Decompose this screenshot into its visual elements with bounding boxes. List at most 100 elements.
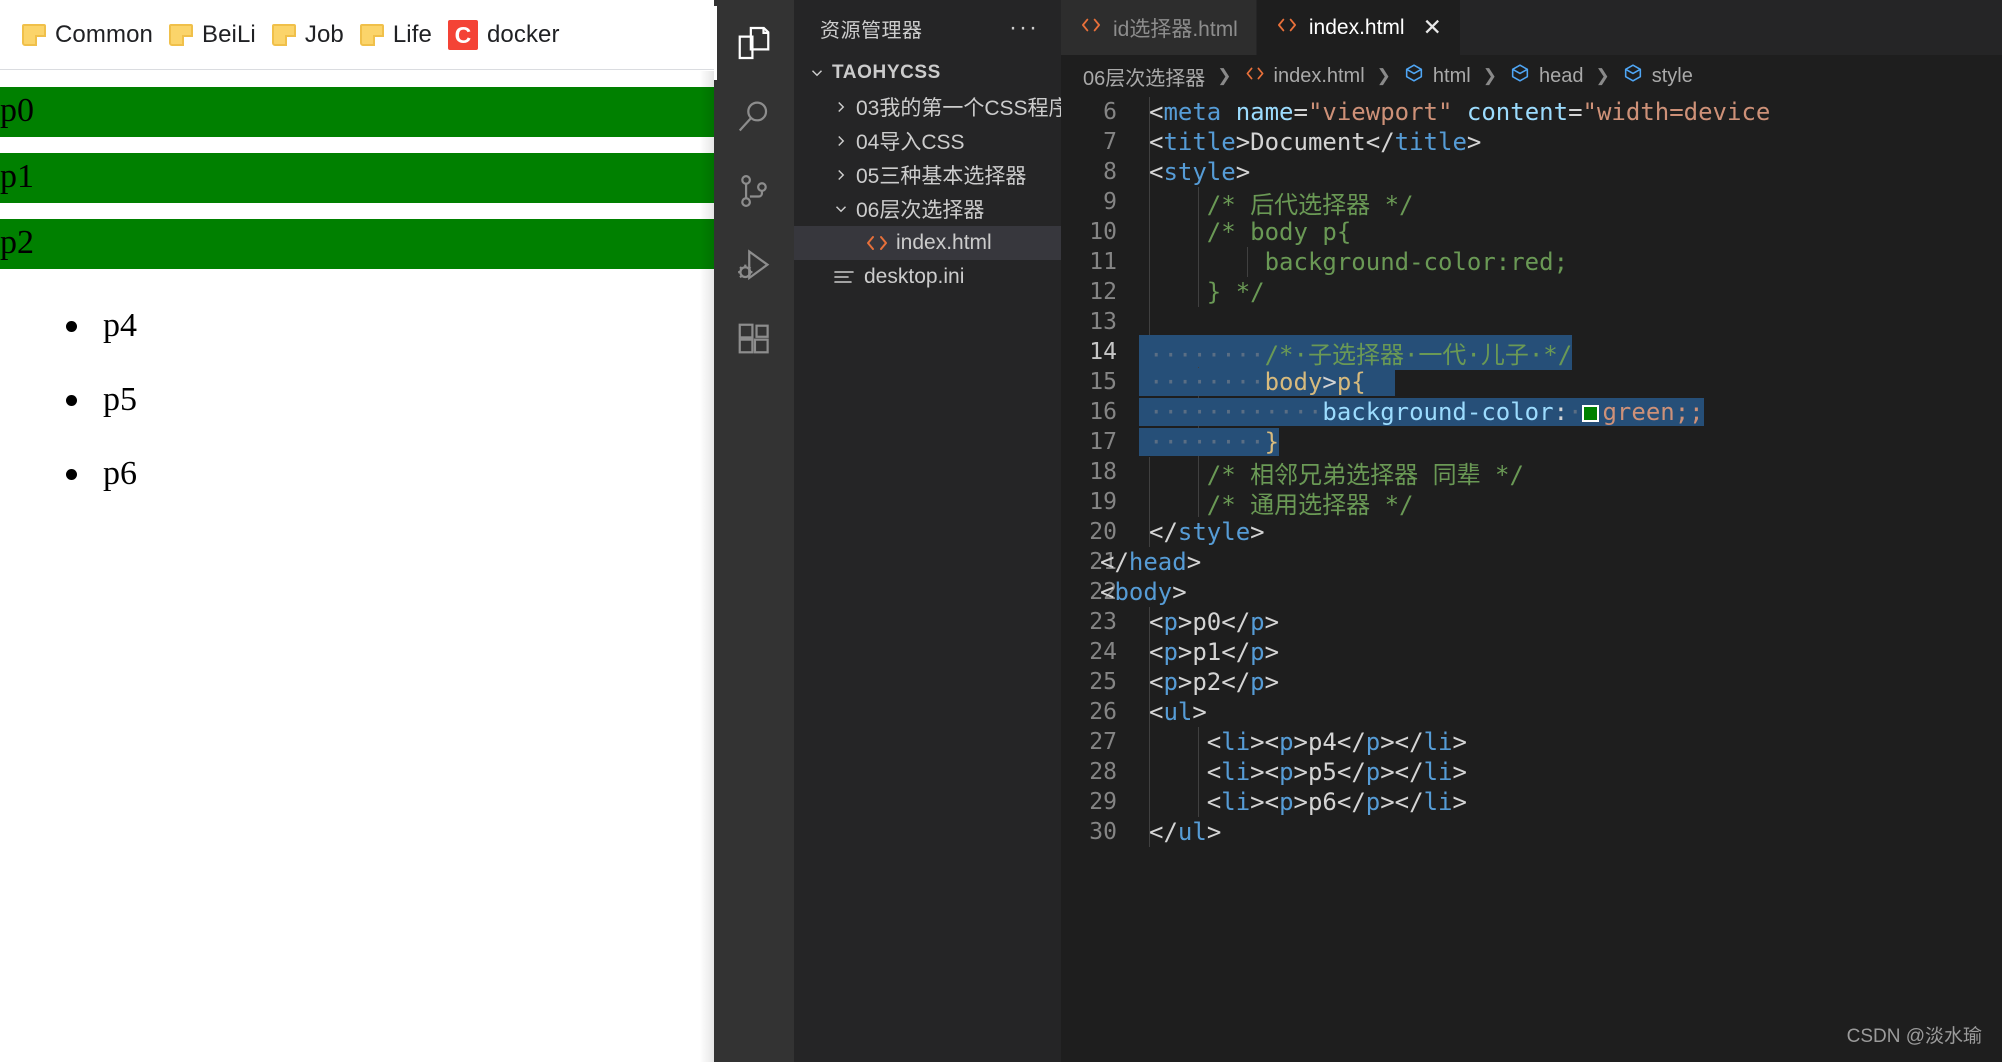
tab-label: index.html	[1308, 15, 1405, 39]
browser-window: Common BeiLi Job Life C docker p0 p1 p2 …	[0, 0, 714, 1062]
breadcrumb-item-style[interactable]: style	[1622, 62, 1693, 90]
line-number: 15	[1089, 369, 1117, 395]
tree-file-label: desktop.ini	[864, 265, 965, 288]
search-icon[interactable]	[714, 80, 794, 154]
folder-icon	[22, 23, 46, 46]
tree-root-label: TAOHYCSS	[832, 62, 941, 83]
code-line-14: 14 ········/*·子选择器·一代·儿子·*/	[1061, 334, 2002, 370]
code-line-text: <p>p2</p>	[1149, 668, 1280, 696]
tab-index-html[interactable]: index.html ✕	[1256, 0, 1461, 55]
code-line-text: <p>p0</p>	[1149, 608, 1280, 636]
code-line-27: 27 <li><p>p4</p></li>	[1061, 727, 2002, 757]
chevron-down-icon	[832, 200, 854, 218]
code-line-19: 19 /* 通用选择器 */	[1061, 487, 2002, 519]
breadcrumb-item-head[interactable]: head	[1509, 62, 1583, 90]
sidebar-title: 资源管理器	[820, 19, 923, 42]
html-icon	[1079, 16, 1103, 40]
code-line-text: background-color:red;	[1149, 248, 1569, 276]
bookmark-label: docker	[486, 20, 560, 48]
code-line-13: 13	[1061, 307, 2002, 337]
code-editor[interactable]: 6 <meta name="viewport" content="width=d…	[1061, 97, 2002, 1062]
chevron-right-icon	[832, 98, 854, 116]
tree-folder-04[interactable]: 04导入CSS	[794, 124, 1061, 158]
tree-folder-06[interactable]: 06层次选择器	[794, 192, 1061, 226]
code-line-29: 29 <li><p>p6</p></li>	[1061, 787, 2002, 817]
code-line-text: } */	[1149, 278, 1265, 306]
code-line-15: 15 ········body>p{	[1061, 367, 2002, 397]
folder-icon	[359, 23, 384, 46]
code-line-10: 10 /* body p{	[1061, 217, 2002, 247]
more-actions-icon[interactable]: ···	[1009, 16, 1039, 40]
code-line-23: 23 <p>p0</p>	[1061, 607, 2002, 637]
editor-tab-bar: id选择器.html index.html ✕	[1061, 0, 2002, 55]
list-item: p5	[40, 381, 714, 419]
run-and-debug-icon[interactable]	[714, 228, 794, 302]
explorer-icon[interactable]	[714, 6, 794, 80]
symbol-field-icon	[1403, 62, 1425, 90]
line-number: 25	[1089, 669, 1117, 695]
line-number: 27	[1089, 729, 1117, 755]
code-line-24: 24 <p>p1</p>	[1061, 637, 2002, 667]
tree-root-taohycss[interactable]: TAOHYCSS	[794, 56, 1061, 90]
code-line-text: ········/*·子选择器·一代·儿子·*/	[1139, 334, 1573, 370]
code-line-22: 22 <body>	[1061, 577, 2002, 607]
code-line-text: ········body>p{	[1139, 368, 1395, 396]
code-line-text: ············background-color:· green;;	[1139, 398, 1704, 426]
breadcrumb-item-html[interactable]: html	[1403, 62, 1471, 90]
line-number: 18	[1089, 459, 1117, 485]
code-line-30: 30 </ul>	[1061, 817, 2002, 847]
chevron-right-icon: ❯	[1376, 66, 1391, 85]
code-line-12: 12 } */	[1061, 277, 2002, 307]
breadcrumb-item-folder[interactable]: 06层次选择器	[1083, 62, 1205, 91]
code-line-text: /* 后代选择器 */	[1149, 190, 1414, 219]
code-line-26: 26 <ul>	[1061, 697, 2002, 727]
code-line-text: <body>	[1100, 578, 1187, 606]
html-icon	[1244, 65, 1266, 88]
close-icon[interactable]: ✕	[1423, 14, 1442, 41]
csdn-watermark: CSDN @淡水瑜	[1846, 1026, 1982, 1047]
line-number: 12	[1089, 279, 1117, 305]
activity-bar	[714, 0, 794, 1062]
code-line-text: <p>p1</p>	[1149, 638, 1280, 666]
bookmark-label: BeiLi	[201, 20, 256, 48]
bookmark-item-beili[interactable]: BeiLi	[165, 17, 268, 53]
line-number: 29	[1089, 789, 1117, 815]
tree-file-index-html[interactable]: index.html	[794, 226, 1061, 260]
extensions-icon[interactable]	[714, 302, 794, 376]
tree-folder-05[interactable]: 05三种基本选择器	[794, 158, 1061, 192]
code-line-text: <style>	[1149, 158, 1251, 186]
bookmark-bar: Common BeiLi Job Life C docker	[0, 0, 714, 70]
rendered-page: p0 p1 p2 p4 p5 p6	[0, 71, 714, 1062]
code-line-28: 28 <li><p>p5</p></li>	[1061, 757, 2002, 787]
code-line-text: </style>	[1149, 518, 1265, 546]
code-line-text: <li><p>p4</p></li>	[1206, 728, 1467, 756]
tree-file-desktop-ini[interactable]: desktop.ini	[794, 260, 1061, 294]
source-control-icon[interactable]	[714, 154, 794, 228]
folder-icon	[271, 23, 296, 46]
bullet-icon	[66, 320, 77, 332]
tab-id-selector-html[interactable]: id选择器.html	[1061, 0, 1257, 55]
html-icon	[1275, 16, 1299, 40]
code-line-text: </head>	[1100, 548, 1202, 576]
csdn-c-icon: C	[447, 19, 478, 50]
breadcrumb-item-file[interactable]: index.html	[1244, 65, 1365, 88]
bookmark-item-life[interactable]: Life	[356, 17, 444, 53]
line-number: 11	[1089, 249, 1117, 275]
breadcrumb: 06层次选择器 ❯ index.html ❯ html ❯ head ❯ sty…	[1061, 55, 2002, 97]
bookmark-item-common[interactable]: Common	[18, 17, 165, 53]
code-line-25: 25 <p>p2</p>	[1061, 667, 2002, 697]
line-number: 14	[1089, 339, 1117, 365]
bookmark-item-docker[interactable]: C docker	[444, 16, 572, 54]
symbol-field-icon	[1622, 62, 1644, 90]
tree-folder-label: 03我的第一个CSS程序	[856, 97, 1070, 120]
line-number: 7	[1103, 129, 1117, 155]
tree-folder-03[interactable]: 03我的第一个CSS程序	[794, 90, 1070, 124]
chevron-down-icon	[808, 64, 830, 82]
tree-file-label: index.html	[896, 231, 992, 254]
sidebar-header: 资源管理器 ···	[794, 0, 1061, 56]
bookmark-item-job[interactable]: Job	[268, 17, 356, 53]
line-number: 16	[1089, 399, 1117, 425]
list-item: p4	[40, 307, 714, 345]
breadcrumb-label: html	[1432, 64, 1471, 87]
line-number: 30	[1089, 819, 1117, 845]
